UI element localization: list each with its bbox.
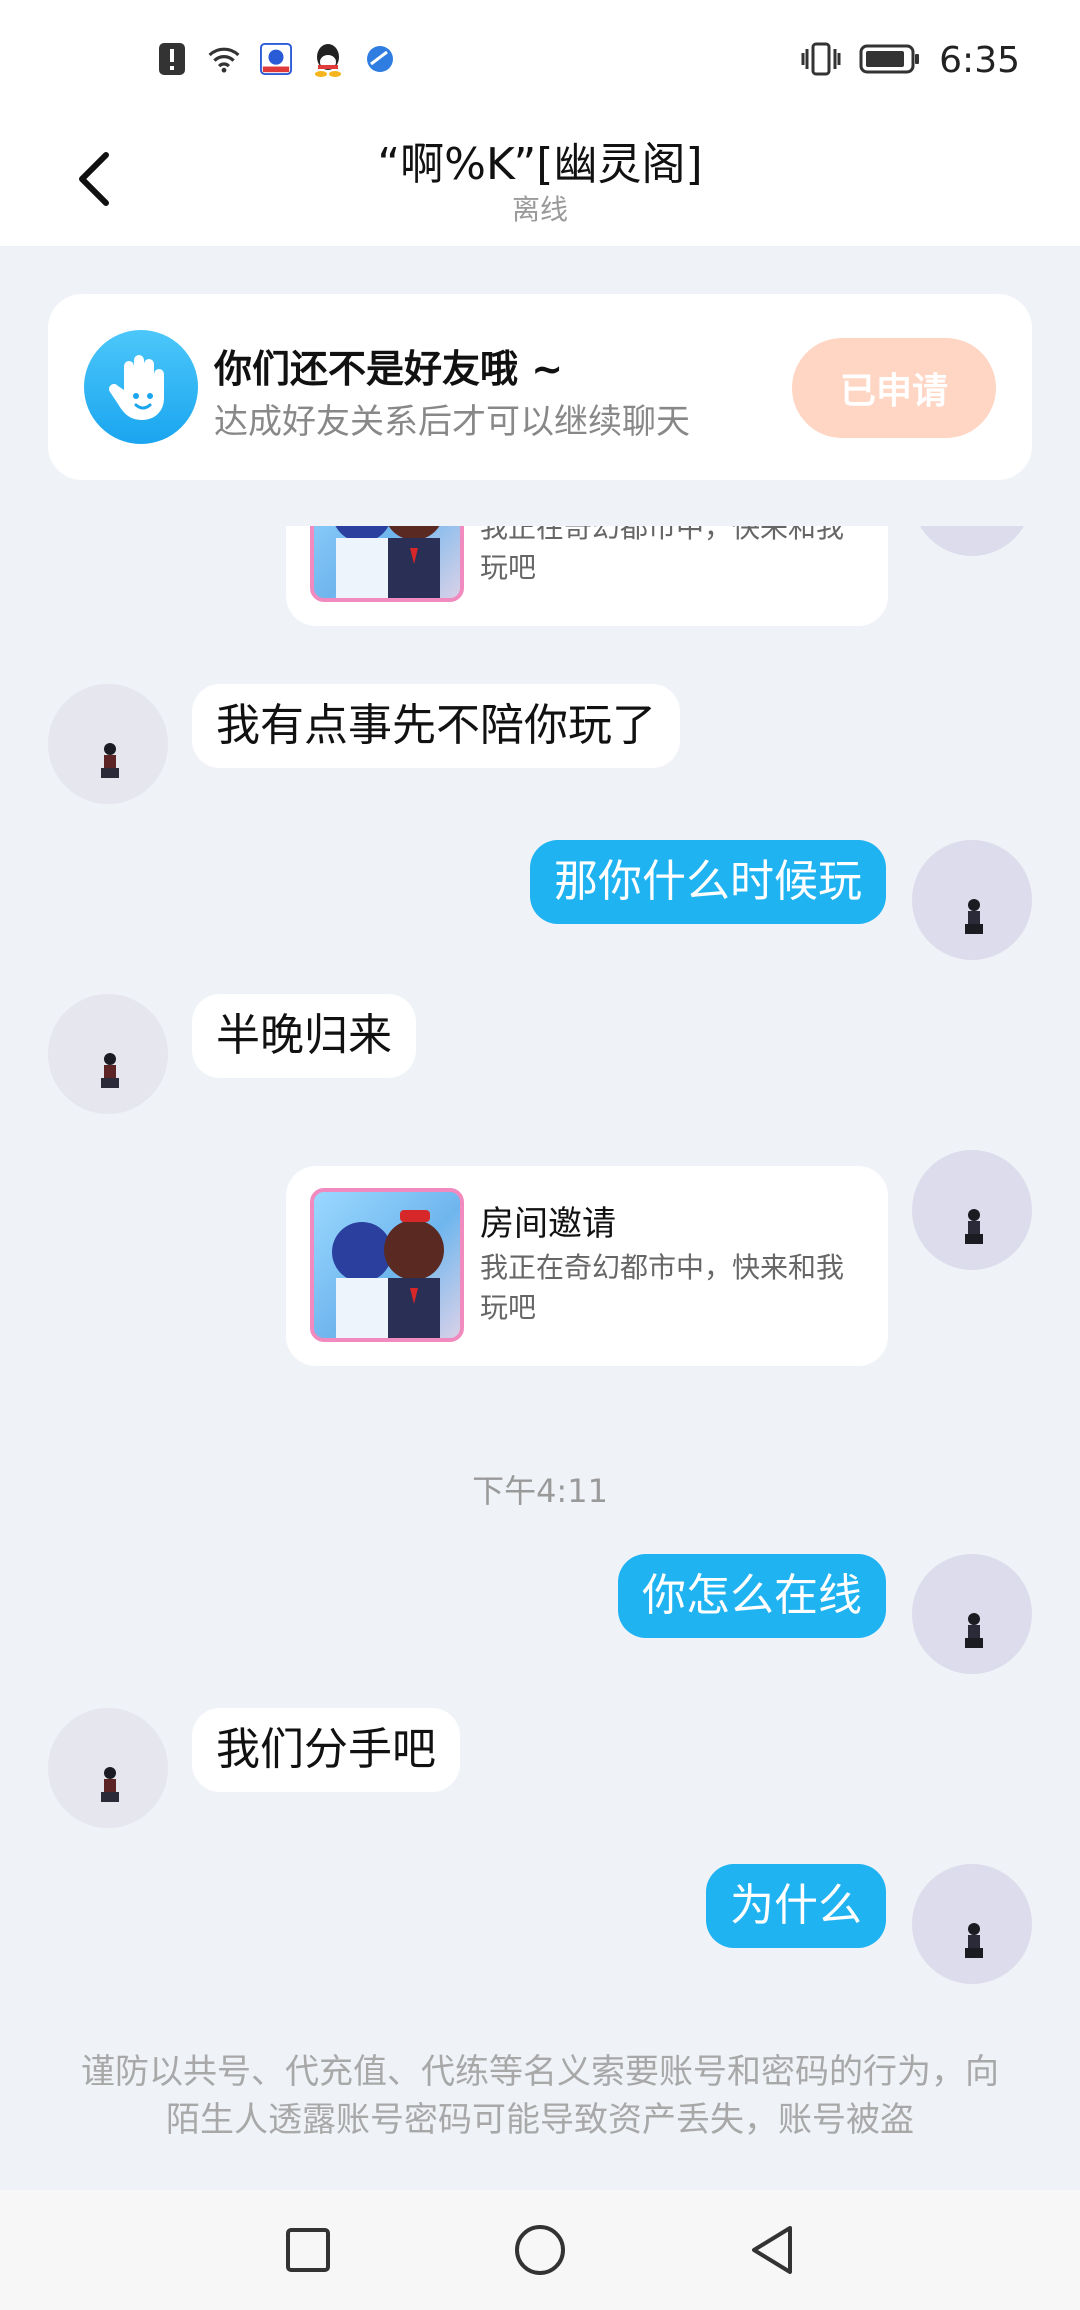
status-bar: 6:35 (0, 0, 1080, 120)
contact-avatar[interactable] (48, 994, 168, 1114)
vibrate-icon (801, 41, 841, 81)
battery-icon (859, 43, 921, 79)
circle-icon (515, 2225, 565, 2275)
notice-title: 你们还不是好友哦 ~ (214, 347, 564, 391)
game-thumbnail (310, 1188, 464, 1342)
room-invite-card-partial[interactable]: 我正在奇幻都市中，快来和我玩吧 (286, 526, 888, 626)
system-nav-bar (0, 2190, 1080, 2310)
notification-icons (156, 40, 396, 78)
invite-title: 房间邀请 (480, 1204, 616, 1244)
baidu-icon (260, 40, 292, 78)
invite-description: 我正在奇幻都市中，快来和我玩吧 (480, 526, 845, 584)
home-button[interactable] (510, 2220, 570, 2280)
square-icon (286, 2228, 330, 2272)
wave-hand-icon (84, 330, 198, 444)
game-thumbnail (310, 526, 464, 602)
recent-apps-button[interactable] (278, 2220, 338, 2280)
message-bubble-sent[interactable]: 为什么 (706, 1864, 886, 1948)
invite-description: 我正在奇幻都市中，快来和我玩吧 (480, 1251, 845, 1324)
security-warning: 谨防以共号、代充值、代练等名义索要账号和密码的行为，向陌生人透露账号密码可能导致… (81, 2052, 999, 2140)
time-divider: 下午4:11 (472, 1472, 608, 1510)
online-status: 离线 (511, 193, 568, 226)
clock: 6:35 (939, 40, 1020, 81)
system-status: 6:35 (801, 40, 1020, 81)
my-avatar[interactable] (912, 1864, 1032, 1984)
alert-icon (156, 40, 188, 78)
room-invite-card[interactable]: 房间邀请 我正在奇幻都市中，快来和我玩吧 (286, 1166, 888, 1366)
my-avatar[interactable] (912, 1554, 1032, 1674)
contact-avatar[interactable] (48, 684, 168, 804)
message-bubble-sent[interactable]: 那你什么时候玩 (530, 840, 886, 924)
back-nav-button[interactable] (742, 2220, 802, 2280)
my-avatar[interactable] (912, 1150, 1032, 1270)
my-avatar[interactable] (912, 526, 1032, 556)
message-bubble-received[interactable]: 我有点事先不陪你玩了 (192, 684, 680, 768)
applied-button[interactable]: 已申请 (792, 338, 996, 438)
contact-name: “啊%K”[幽灵阁] (377, 139, 703, 190)
triangle-back-icon (752, 2226, 792, 2274)
friend-notice-card: 你们还不是好友哦 ~ 达成好友关系后才可以继续聊天 已申请 (48, 294, 1032, 480)
wifi-icon (208, 40, 240, 78)
contact-avatar[interactable] (48, 1708, 168, 1828)
chat-header: “啊%K”[幽灵阁] 离线 (0, 120, 1080, 246)
message-bubble-received[interactable]: 半晚归来 (192, 994, 416, 1078)
notice-description: 达成好友关系后才可以继续聊天 (214, 402, 690, 442)
my-avatar[interactable] (912, 840, 1032, 960)
message-bubble-sent[interactable]: 你怎么在线 (618, 1554, 886, 1638)
browser-icon (364, 40, 396, 78)
qq-icon (312, 40, 344, 78)
message-bubble-received[interactable]: 我们分手吧 (192, 1708, 460, 1792)
message-list[interactable]: 我正在奇幻都市中，快来和我玩吧 我有点事先不陪你玩了 那你什么时候玩 半晚归来 … (0, 526, 1080, 2036)
